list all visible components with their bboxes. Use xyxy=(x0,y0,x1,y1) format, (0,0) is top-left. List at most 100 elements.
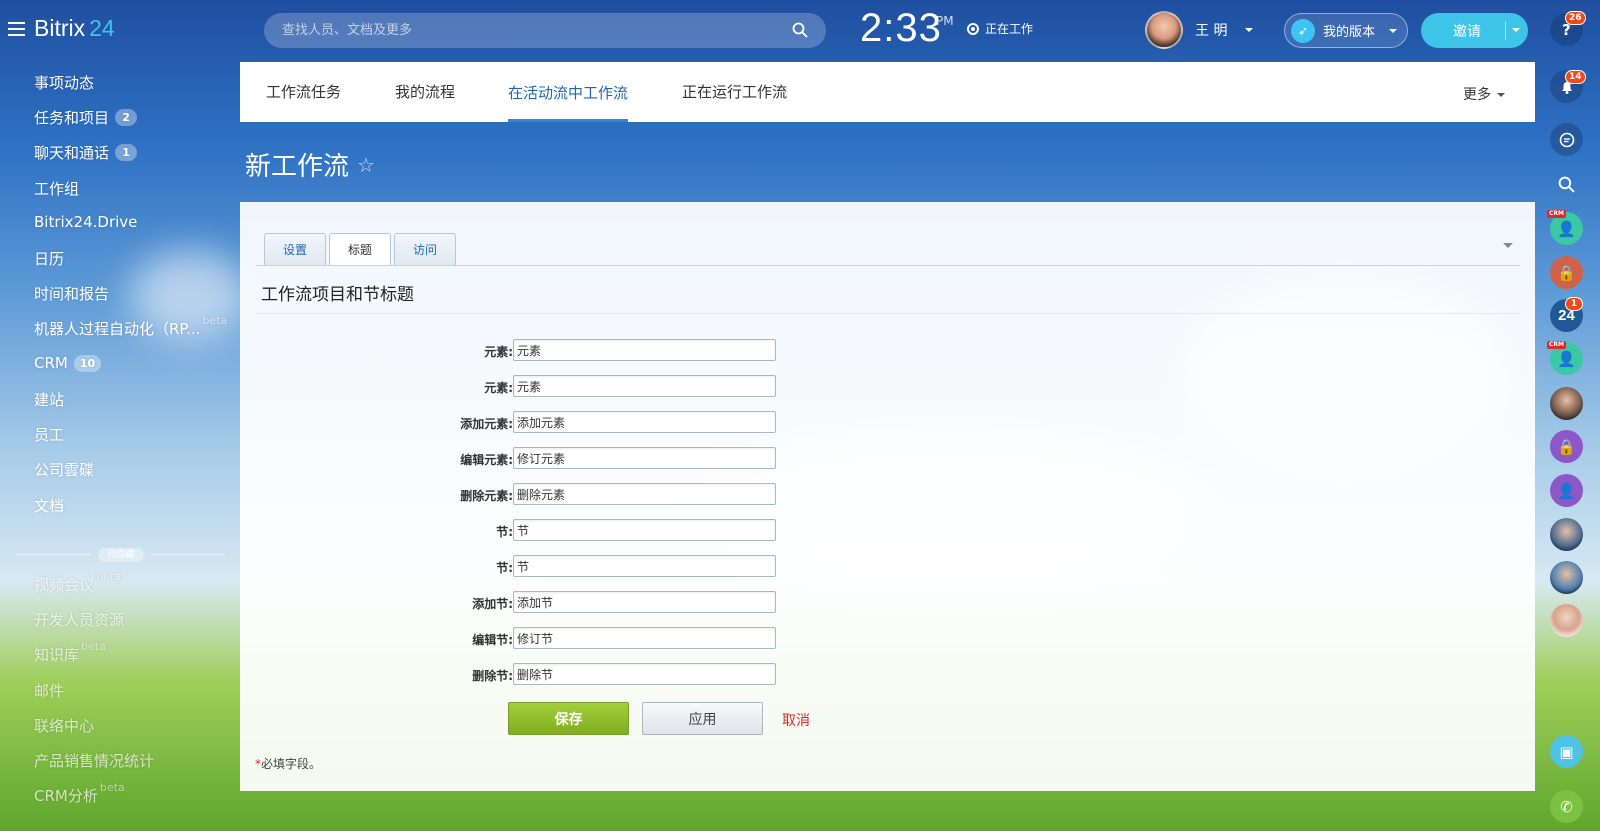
open-lines-button[interactable]: ▣ xyxy=(1550,735,1583,768)
user-icon: 👤 xyxy=(1557,349,1576,368)
work-status[interactable]: 正在工作 xyxy=(967,20,1033,37)
tab-my-processes[interactable]: 我的流程 xyxy=(395,62,455,122)
tab-workflow-tasks[interactable]: 工作流任务 xyxy=(266,62,341,122)
clock-time[interactable]: 2:33 xyxy=(860,6,942,51)
sections-name-input[interactable] xyxy=(513,555,776,577)
beta-tag: beta xyxy=(202,314,228,327)
tab-access[interactable]: 访问 xyxy=(394,233,457,265)
sidebar-item-rpa[interactable]: 机器人过程自动化（RP... beta xyxy=(34,314,227,339)
contact-button[interactable]: 👤 xyxy=(1550,474,1583,507)
workflow-tabs-bar: 工作流任务 我的流程 在活动流中工作流 正在运行工作流 更多 xyxy=(240,62,1535,122)
tab-feed-workflows[interactable]: 在活动流中工作流 xyxy=(508,62,629,122)
logo[interactable]: Bitrix 24 xyxy=(34,15,115,42)
sidebar-item-mail[interactable]: 邮件 xyxy=(34,680,64,701)
field-label: 删除节: xyxy=(472,669,513,683)
tab-titles[interactable]: 标题 xyxy=(329,233,392,266)
sidebar-item-label: Bitrix24.Drive xyxy=(34,213,138,231)
right-rail: ? 26 14 👤 CRM 🔒 24 1 👤 CRM 🔒 👤 ▣ ✆ xyxy=(1535,0,1600,831)
more-tabs-button[interactable]: 更多 xyxy=(1463,84,1505,104)
sidebar-item-feed[interactable]: 事项动态 xyxy=(34,72,94,93)
user-menu[interactable]: 王 明 xyxy=(1145,11,1254,49)
search-icon[interactable] xyxy=(792,22,808,38)
cancel-button[interactable]: 取消 xyxy=(782,710,810,730)
form-row: 节: xyxy=(240,555,1040,577)
messenger-button[interactable] xyxy=(1550,123,1583,156)
collapse-arrow-icon[interactable] xyxy=(1503,243,1513,248)
element-name-input[interactable] xyxy=(513,339,776,361)
form-row: 节: xyxy=(240,519,1040,541)
section-divider xyxy=(256,313,1520,314)
field-label: 元素: xyxy=(484,345,513,359)
sidebar-item-employees[interactable]: 员工 xyxy=(34,424,64,445)
lock-icon: 🔒 xyxy=(1557,437,1576,456)
section-title: 工作流项目和节标题 xyxy=(261,285,414,305)
rocket-icon: ➶ xyxy=(1291,18,1315,43)
form-row: 添加节: xyxy=(240,591,1040,613)
help-badge: 26 xyxy=(1565,11,1586,25)
elements-name-input[interactable] xyxy=(513,375,776,397)
sidebar-item-time-reports[interactable]: 时间和报告 xyxy=(34,283,109,304)
tab-settings[interactable]: 设置 xyxy=(264,233,327,265)
record-icon xyxy=(967,22,979,35)
sidebar-item-label: 知识库 xyxy=(34,646,80,664)
sidebar-item-video[interactable]: 视频会议 beta xyxy=(34,570,121,595)
search-icon xyxy=(1558,176,1575,193)
sidebar-item-dev-resources[interactable]: 开发人员资源 xyxy=(34,609,124,630)
delete-section-input[interactable] xyxy=(513,663,776,685)
sidebar-item-knowledge[interactable]: 知识库 beta xyxy=(34,640,106,665)
sidebar-item-tasks[interactable]: 任务和项目 2 xyxy=(34,107,138,128)
sidebar-item-workgroups[interactable]: 工作组 xyxy=(34,178,79,199)
bitrix24-badge: 1 xyxy=(1565,297,1583,311)
beta-tag: beta xyxy=(99,781,125,794)
add-element-input[interactable] xyxy=(513,411,776,433)
hidden-separator[interactable]: 已隐藏 xyxy=(16,548,225,562)
delete-element-input[interactable] xyxy=(513,483,776,505)
field-label: 编辑元素: xyxy=(460,453,513,467)
sidebar-item-company-drive[interactable]: 公司雲碟 xyxy=(34,459,94,480)
search-input[interactable] xyxy=(264,13,826,48)
form-row: 编辑元素: xyxy=(240,447,1040,469)
star-icon[interactable]: ☆ xyxy=(357,153,375,177)
logo-number: 24 xyxy=(89,15,115,41)
avatar[interactable] xyxy=(1550,387,1583,420)
apply-button[interactable]: 应用 xyxy=(642,702,763,735)
avatar[interactable] xyxy=(1550,561,1583,594)
chevron-down-icon[interactable] xyxy=(1512,28,1520,32)
avatar xyxy=(1145,11,1183,49)
avatar[interactable] xyxy=(1550,604,1583,637)
section-name-input[interactable] xyxy=(513,519,776,541)
sidebar-item-sales-stats[interactable]: 产品销售情况统计 xyxy=(34,750,154,771)
sidebar-item-chat[interactable]: 聊天和通话 1 xyxy=(34,142,138,163)
user-name: 王 明 xyxy=(1195,23,1228,39)
call-button[interactable]: ✆ xyxy=(1550,790,1583,823)
form-row: 删除节: xyxy=(240,663,1040,685)
locked-chat-button[interactable]: 🔒 xyxy=(1550,256,1583,289)
save-button[interactable]: 保存 xyxy=(508,702,629,735)
sidebar-item-calendar[interactable]: 日历 xyxy=(34,248,64,269)
hamburger-menu-icon[interactable] xyxy=(8,22,25,36)
page-title-text: 新工作流 xyxy=(245,152,350,182)
my-version-button[interactable]: ➶ 我的版本 xyxy=(1284,13,1408,48)
add-section-input[interactable] xyxy=(513,591,776,613)
field-label: 元素: xyxy=(484,381,513,395)
locked-chat-button-2[interactable]: 🔒 xyxy=(1550,430,1583,463)
count-badge: 1 xyxy=(115,144,138,161)
sidebar-item-label: 工作组 xyxy=(34,180,80,198)
form-row: 删除元素: xyxy=(240,483,1040,505)
hidden-label: 已隐藏 xyxy=(98,548,144,562)
rail-search-button[interactable] xyxy=(1550,168,1583,201)
avatar[interactable] xyxy=(1550,518,1583,551)
invite-button[interactable]: 邀请 xyxy=(1421,13,1528,48)
tab-running-workflows[interactable]: 正在运行工作流 xyxy=(682,62,787,122)
form-tabs: 设置 标题 访问 xyxy=(264,233,457,266)
sidebar-item-crm[interactable]: CRM 10 xyxy=(34,354,102,372)
sidebar-item-drive[interactable]: Bitrix24.Drive xyxy=(34,213,137,231)
required-note: *必填字段。 xyxy=(255,755,321,772)
edit-element-input[interactable] xyxy=(513,447,776,469)
sidebar-item-sites[interactable]: 建站 xyxy=(34,389,64,410)
sidebar-item-contact-center[interactable]: 联络中心 xyxy=(34,715,94,736)
sidebar-item-label: 开发人员资源 xyxy=(34,611,125,629)
sidebar-item-docs[interactable]: 文档 xyxy=(34,495,64,516)
sidebar-item-crm-analytics[interactable]: CRM分析 beta xyxy=(34,781,125,806)
edit-section-input[interactable] xyxy=(513,627,776,649)
